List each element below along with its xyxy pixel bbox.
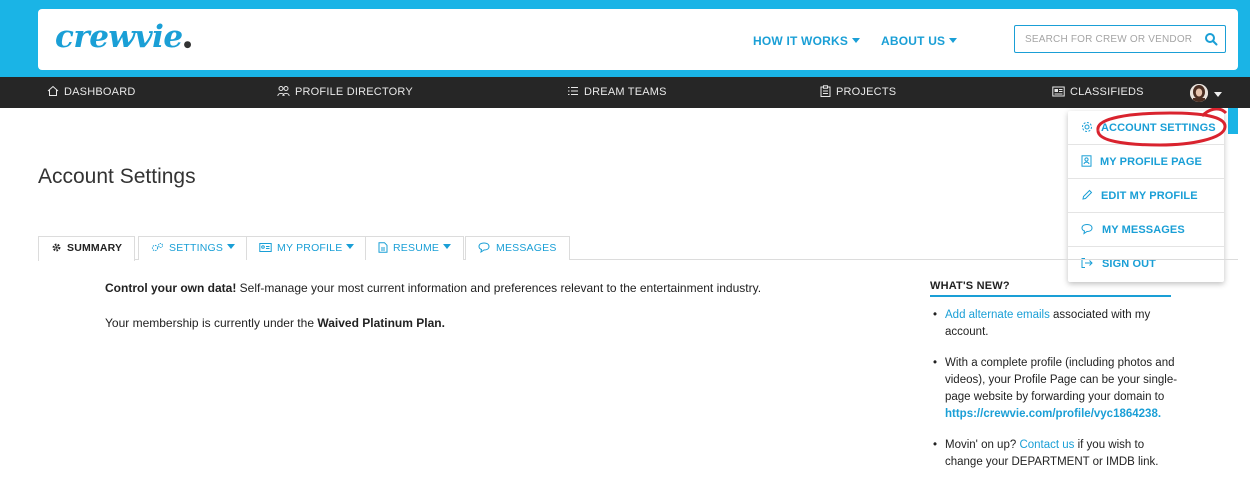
gears-icon: [151, 243, 163, 252]
people-icon: [277, 86, 290, 97]
user-avatar[interactable]: [1190, 84, 1208, 102]
menu-edit-my-profile[interactable]: EDIT MY PROFILE: [1068, 179, 1224, 213]
tab-resume[interactable]: RESUME: [365, 236, 465, 260]
gear-icon: [1082, 122, 1092, 132]
clipboard-icon: [820, 85, 831, 97]
list-item: Add alternate emails associated with my …: [930, 307, 1180, 341]
tab-summary[interactable]: SUMMARY: [38, 236, 136, 261]
document-icon: [378, 242, 388, 253]
right-tab-edge: [1228, 108, 1238, 134]
user-menu-dropdown: ACCOUNT SETTINGS MY PROFILE PAGE EDIT MY…: [1068, 111, 1224, 282]
nav-projects[interactable]: PROJECTS: [820, 77, 896, 108]
tab-settings[interactable]: SETTINGS: [138, 236, 249, 260]
page-title: Account Settings: [38, 165, 196, 188]
id-badge-icon: [1081, 155, 1092, 167]
whats-new-list: Add alternate emails associated with my …: [930, 307, 1180, 485]
list-icon: [568, 87, 578, 95]
how-it-works-menu[interactable]: HOW IT WORKS: [753, 34, 861, 48]
logo[interactable]: crewvie●: [55, 19, 192, 55]
whats-new-underline: [930, 295, 1171, 297]
list-item: Movin' on up? Contact us if you wish to …: [930, 437, 1180, 471]
chat-icon: [478, 242, 490, 254]
menu-account-settings[interactable]: ACCOUNT SETTINGS: [1068, 111, 1224, 145]
id-card-icon: [259, 243, 272, 252]
pencil-icon: [1082, 189, 1093, 200]
chevron-down-icon: [346, 244, 355, 249]
newspaper-icon: [1052, 86, 1065, 97]
header: crewvie● HOW IT WORKS ABOUT US: [38, 9, 1238, 70]
chevron-down-icon: [852, 38, 861, 43]
search-icon[interactable]: [1204, 32, 1218, 46]
chevron-down-icon: [227, 244, 236, 249]
about-us-menu[interactable]: ABOUT US: [881, 34, 958, 48]
search-box: [1014, 25, 1226, 53]
profile-url-link[interactable]: https://crewvie.com/profile/vyc1864238.: [945, 408, 1161, 420]
menu-sign-out[interactable]: SIGN OUT: [1068, 247, 1224, 281]
nav-classifieds[interactable]: CLASSIFIEDS: [1052, 77, 1144, 108]
avatar-image: [1190, 84, 1208, 102]
contact-us-link[interactable]: Contact us: [1019, 439, 1074, 451]
chevron-down-icon: [949, 38, 958, 43]
whats-new-title: WHAT'S NEW?: [930, 280, 1010, 292]
tab-messages[interactable]: MESSAGES: [465, 236, 570, 260]
menu-my-messages[interactable]: MY MESSAGES: [1068, 213, 1224, 247]
nav-profile-directory[interactable]: PROFILE DIRECTORY: [277, 77, 413, 108]
menu-my-profile-page[interactable]: MY PROFILE PAGE: [1068, 145, 1224, 179]
home-icon: [47, 85, 59, 96]
chevron-down-icon[interactable]: [1214, 92, 1222, 97]
membership-plan: Waived Platinum Plan.: [317, 316, 445, 330]
list-item: With a complete profile (including photo…: [930, 355, 1180, 423]
chevron-down-icon: [443, 244, 452, 249]
tab-my-profile[interactable]: MY PROFILE: [246, 236, 368, 260]
gear-icon: [52, 243, 61, 252]
search-input[interactable]: [1015, 26, 1193, 52]
membership-text: Your membership is currently under the W…: [105, 316, 445, 330]
nav-dashboard[interactable]: DASHBOARD: [47, 77, 135, 108]
chat-icon: [1081, 223, 1093, 235]
nav-dream-teams[interactable]: DREAM TEAMS: [567, 77, 667, 108]
main-navbar: DASHBOARD PROFILE DIRECTORY DREAM TEAMS …: [0, 77, 1250, 108]
add-alternate-emails-link[interactable]: Add alternate emails: [945, 309, 1050, 321]
intro-text: Control your own data! Self-manage your …: [105, 281, 762, 295]
